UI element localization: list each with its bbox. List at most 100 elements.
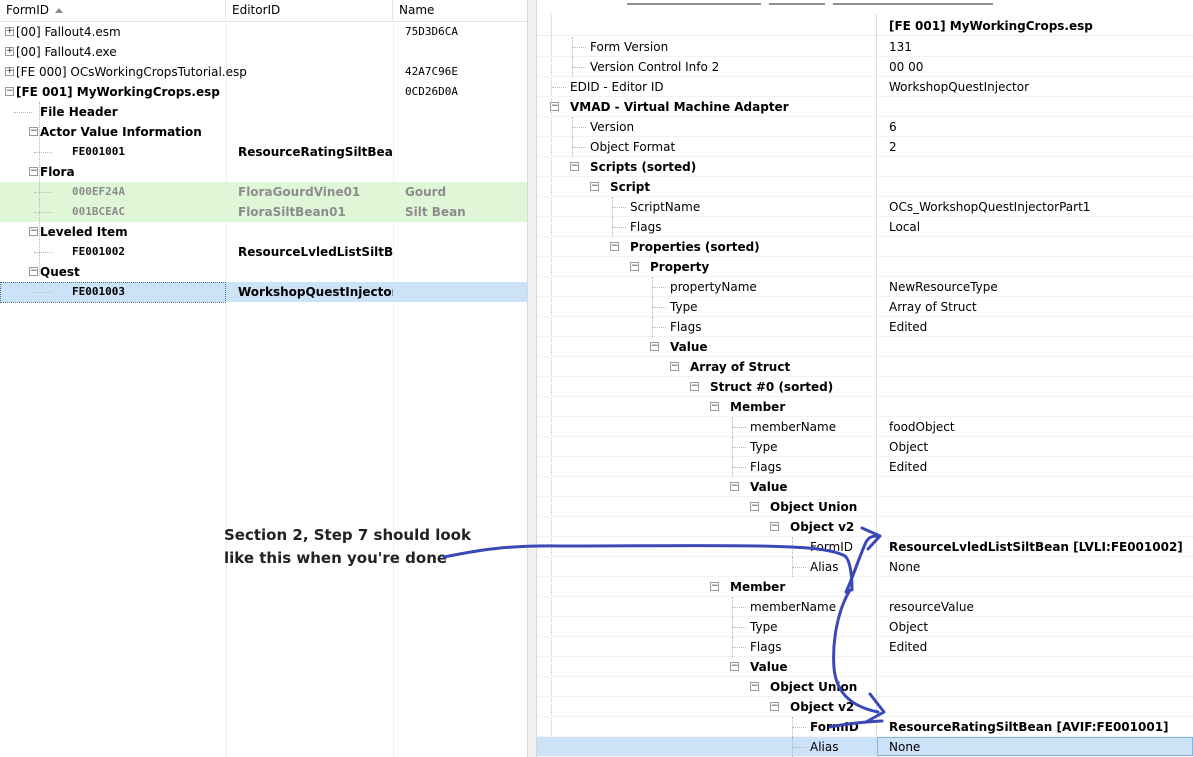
- tree-row-fe-001-myworkingcrops-esp[interactable]: − [FE 001] MyWorkingCrops.esp 0CD26D0A: [0, 82, 527, 102]
- collapse-minus-icon[interactable]: −: [29, 167, 38, 176]
- record-field-value[interactable]: 131: [889, 37, 912, 57]
- tree-row-fe001002[interactable]: FE001002 ResourceLvledListSiltBean: [0, 242, 527, 262]
- record-field-value[interactable]: − Value: [537, 477, 1193, 497]
- record-field-value[interactable]: − Value: [537, 337, 1193, 357]
- record-field-membername[interactable]: memberName foodObject: [537, 417, 1193, 437]
- tree-row-001bceac[interactable]: 001BCEAC FloraSiltBean01 Silt Bean: [0, 202, 527, 222]
- record-field-value[interactable]: 00 00: [889, 57, 923, 77]
- toolbar-button[interactable]: [769, 0, 825, 5]
- collapse-minus-icon[interactable]: −: [29, 227, 38, 236]
- tree-row-file-header[interactable]: File Header: [0, 102, 527, 122]
- record-field-value[interactable]: Local: [889, 217, 920, 237]
- collapse-minus-icon[interactable]: −: [770, 702, 779, 711]
- expand-plus-icon[interactable]: +: [5, 67, 14, 76]
- expand-plus-icon[interactable]: +: [5, 47, 14, 56]
- record-field-alias[interactable]: Alias None: [537, 737, 1193, 757]
- record-field-value[interactable]: 6: [889, 117, 897, 137]
- record-field-value[interactable]: ResourceRatingSiltBean [AVIF:FE001001]: [889, 717, 1169, 737]
- collapse-minus-icon[interactable]: −: [610, 242, 619, 251]
- collapse-minus-icon[interactable]: −: [570, 162, 579, 171]
- record-field-value[interactable]: ResourceLvledListSiltBean [LVLI:FE001002…: [889, 537, 1183, 557]
- tree-row-00-fallout4-exe[interactable]: + [00] Fallout4.exe: [0, 42, 527, 62]
- record-field-alias[interactable]: Alias None: [537, 557, 1193, 577]
- record-field-membername[interactable]: memberName resourceValue: [537, 597, 1193, 617]
- record-field-value[interactable]: OCs_WorkshopQuestInjectorPart1: [889, 197, 1090, 217]
- record-field-type[interactable]: Type Array of Struct: [537, 297, 1193, 317]
- record-field-script[interactable]: − Script: [537, 177, 1193, 197]
- record-field-flags[interactable]: Flags Local: [537, 217, 1193, 237]
- record-field-properties-sorted[interactable]: − Properties (sorted): [537, 237, 1193, 257]
- record-field-value[interactable]: Edited: [889, 637, 927, 657]
- record-field-object-union[interactable]: − Object Union: [537, 677, 1193, 697]
- record-field-object-v2[interactable]: − Object v2: [537, 517, 1193, 537]
- collapse-minus-icon[interactable]: −: [670, 362, 679, 371]
- record-field-flags[interactable]: Flags Edited: [537, 637, 1193, 657]
- collapse-minus-icon[interactable]: −: [710, 582, 719, 591]
- record-field-value[interactable]: Array of Struct: [889, 297, 977, 317]
- record-field-edid-editor-id[interactable]: EDID - Editor ID WorkshopQuestInjector: [537, 77, 1193, 97]
- collapse-minus-icon[interactable]: −: [770, 522, 779, 531]
- column-header-editorid[interactable]: EditorID: [226, 0, 393, 21]
- record-field-vmad-virtual-machine-adapter[interactable]: − VMAD - Virtual Machine Adapter: [537, 97, 1193, 117]
- tree-row-quest[interactable]: − Quest: [0, 262, 527, 282]
- record-field-value[interactable]: Object: [889, 617, 928, 637]
- record-field-version[interactable]: Version 6: [537, 117, 1193, 137]
- record-field-flags[interactable]: Flags Edited: [537, 317, 1193, 337]
- record-field-struct-0-sorted[interactable]: − Struct #0 (sorted): [537, 377, 1193, 397]
- record-field-value[interactable]: Edited: [889, 317, 927, 337]
- record-field-type[interactable]: Type Object: [537, 437, 1193, 457]
- toolbar-button[interactable]: [627, 0, 761, 5]
- expand-plus-icon[interactable]: +: [5, 27, 14, 36]
- column-header-formid[interactable]: FormID: [0, 0, 226, 21]
- tree-row-flora[interactable]: − Flora: [0, 162, 527, 182]
- column-header-name[interactable]: Name: [393, 0, 527, 21]
- record-field-scripts-sorted[interactable]: − Scripts (sorted): [537, 157, 1193, 177]
- record-field-object-union[interactable]: − Object Union: [537, 497, 1193, 517]
- pane-splitter[interactable]: [527, 0, 537, 757]
- record-field-value[interactable]: WorkshopQuestInjector: [889, 77, 1029, 97]
- collapse-minus-icon[interactable]: −: [29, 267, 38, 276]
- toolbar-button[interactable]: [833, 0, 993, 5]
- record-field-type[interactable]: Type Object: [537, 617, 1193, 637]
- collapse-minus-icon[interactable]: −: [690, 382, 699, 391]
- tree-row-actor-value-information[interactable]: − Actor Value Information: [0, 122, 527, 142]
- tree-row-fe-000-ocsworkingcropstutorial-esp[interactable]: + [FE 000] OCsWorkingCropsTutorial.esp 42A…: [0, 62, 527, 82]
- record-field-member[interactable]: − Member: [537, 397, 1193, 417]
- collapse-minus-icon[interactable]: −: [730, 662, 739, 671]
- collapse-minus-icon[interactable]: −: [730, 482, 739, 491]
- record-field-object-v2[interactable]: − Object v2: [537, 697, 1193, 717]
- collapse-minus-icon[interactable]: −: [590, 182, 599, 191]
- record-field-property[interactable]: − Property: [537, 257, 1193, 277]
- record-field-propertyname[interactable]: propertyName NewResourceType: [537, 277, 1193, 297]
- record-field-member[interactable]: − Member: [537, 577, 1193, 597]
- record-field-formid[interactable]: FormID ResourceRatingSiltBean [AVIF:FE001…: [537, 717, 1193, 737]
- tree-row-000ef24a[interactable]: 000EF24A FloraGourdVine01 Gourd: [0, 182, 527, 202]
- record-field-value[interactable]: Edited: [889, 457, 927, 477]
- tree-row-fe001003[interactable]: FE001003 WorkshopQuestInjector: [0, 282, 527, 303]
- collapse-minus-icon[interactable]: −: [750, 502, 759, 511]
- record-field-version-control-info-2[interactable]: Version Control Info 2 00 00: [537, 57, 1193, 77]
- record-field-object-format[interactable]: Object Format 2: [537, 137, 1193, 157]
- record-field-scriptname[interactable]: ScriptName OCs_WorkshopQuestInjectorPart1: [537, 197, 1193, 217]
- collapse-minus-icon[interactable]: −: [710, 402, 719, 411]
- collapse-minus-icon[interactable]: −: [29, 127, 38, 136]
- collapse-minus-icon[interactable]: −: [630, 262, 639, 271]
- record-field-formid[interactable]: FormID ResourceLvledListSiltBean [LVLI:FE…: [537, 537, 1193, 557]
- record-field-value[interactable]: resourceValue: [889, 597, 974, 617]
- record-field-value[interactable]: − Value: [537, 657, 1193, 677]
- collapse-minus-icon[interactable]: −: [650, 342, 659, 351]
- record-field-value[interactable]: foodObject: [889, 417, 955, 437]
- record-field-value[interactable]: None: [889, 737, 920, 757]
- record-field-value[interactable]: Object: [889, 437, 928, 457]
- tree-row-fe001001[interactable]: FE001001 ResourceRatingSiltBean: [0, 142, 527, 162]
- collapse-minus-icon[interactable]: −: [5, 87, 14, 96]
- record-field-flags[interactable]: Flags Edited: [537, 457, 1193, 477]
- record-field-value[interactable]: None: [889, 557, 920, 577]
- collapse-minus-icon[interactable]: −: [550, 102, 559, 111]
- collapse-minus-icon[interactable]: −: [750, 682, 759, 691]
- record-field-value[interactable]: NewResourceType: [889, 277, 998, 297]
- tree-row-leveled-item[interactable]: − Leveled Item: [0, 222, 527, 242]
- tree-row-00-fallout4-esm[interactable]: + [00] Fallout4.esm 75D3D6CA: [0, 22, 527, 42]
- record-field-form-version[interactable]: Form Version 131: [537, 37, 1193, 57]
- record-field-array-of-struct[interactable]: − Array of Struct: [537, 357, 1193, 377]
